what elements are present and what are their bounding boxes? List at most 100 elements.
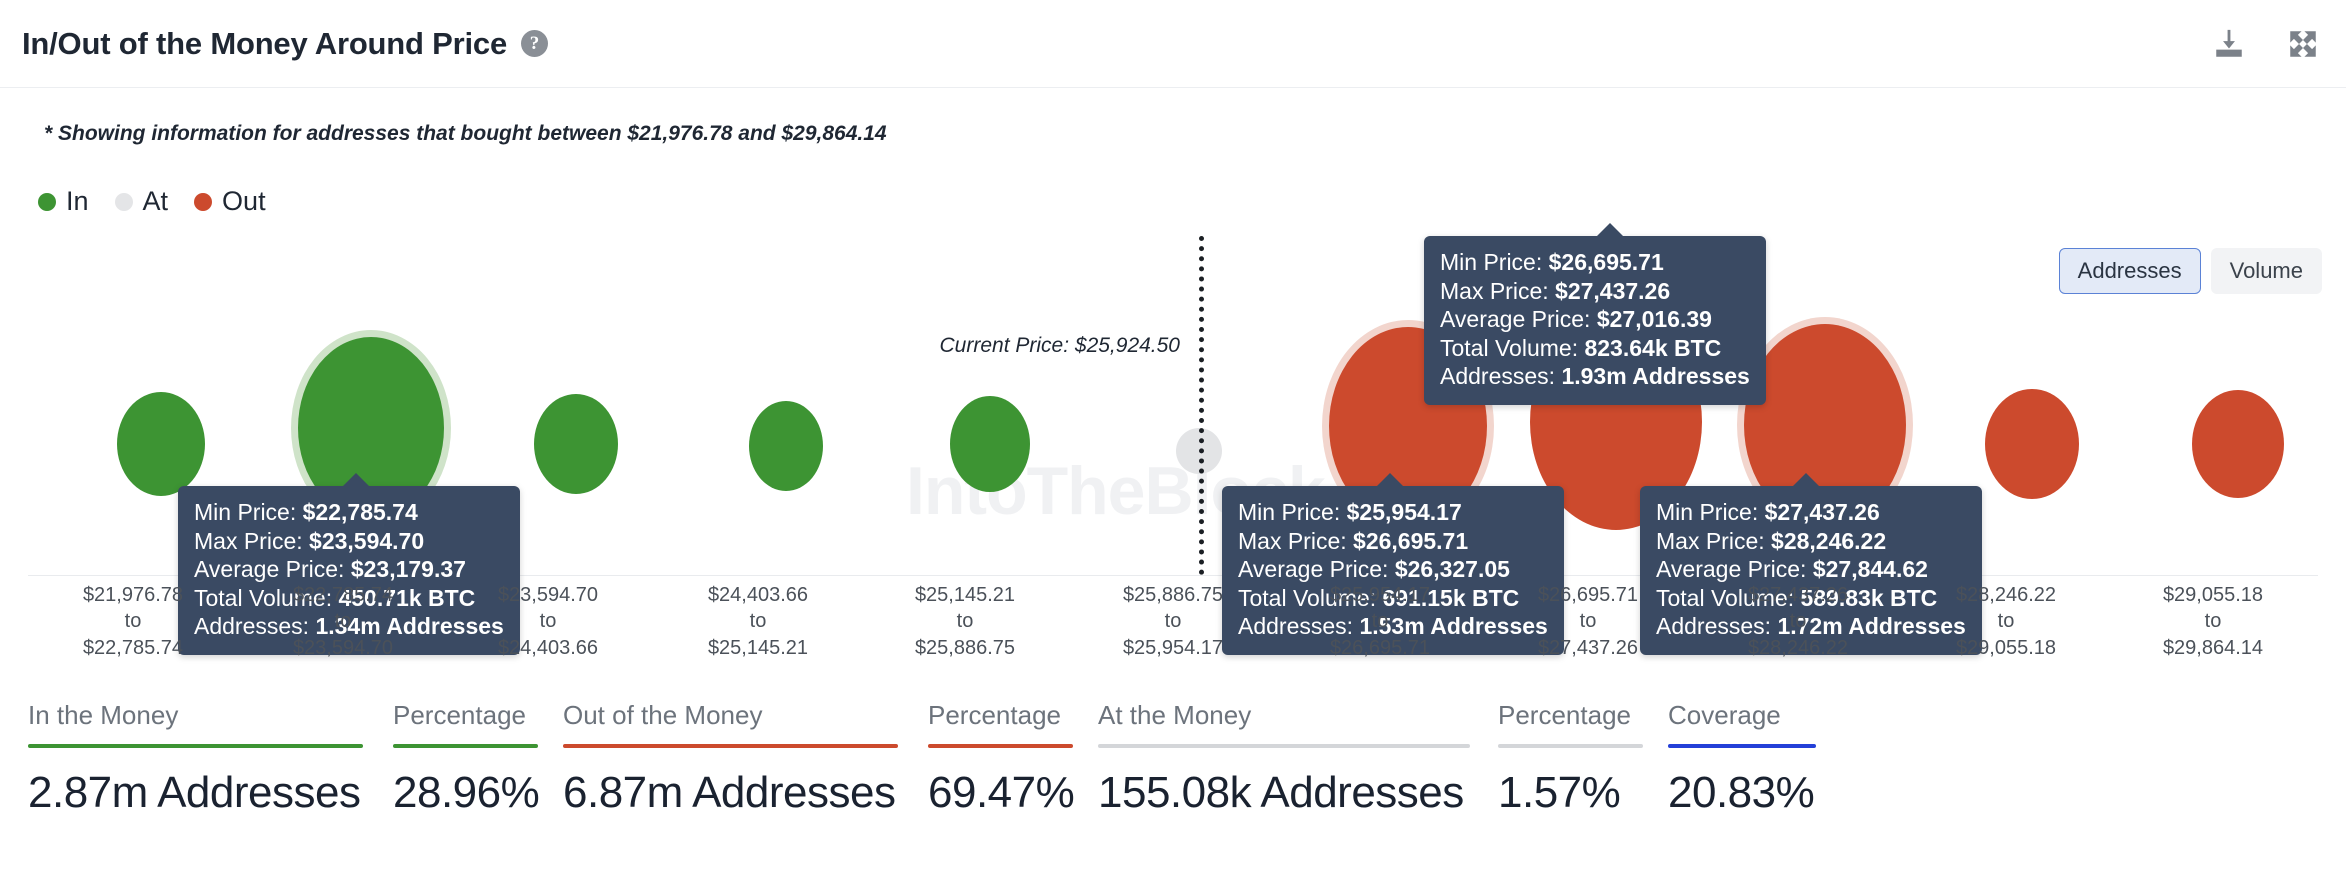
x-tick-to: $29,864.14	[2162, 636, 2264, 659]
tooltip-row-min-price: Min Price: $22,785.74	[194, 498, 504, 527]
bubble-bin-1-in[interactable]	[117, 392, 205, 496]
tooltip-arrow	[1596, 223, 1624, 237]
in-out-money-widget: In/Out of the Money Around Price ? * Sho	[0, 0, 2346, 880]
tooltip-avg-price-value: $23,179.37	[350, 556, 466, 583]
x-axis-tick: $22,785.74 to $23,594.70	[228, 582, 458, 661]
tooltip-avg-price-label: Average Price:	[1656, 556, 1813, 583]
tooltip-row-min-price: Min Price: $26,695.71	[1440, 248, 1750, 277]
x-tick-sep: to	[1164, 610, 1182, 633]
legend-item-at[interactable]: At	[114, 186, 169, 217]
x-axis-tick: $27,437.26 to $28,246.22	[1683, 582, 1913, 661]
x-tick-from: $25,954.17	[1329, 584, 1431, 606]
x-tick-sep: to	[1789, 610, 1807, 633]
x-tick-sep: to	[334, 610, 352, 633]
bubble-bin-3-in[interactable]	[534, 394, 618, 494]
tooltip-row-min-price: Min Price: $27,437.26	[1656, 498, 1966, 527]
tooltip-min-price-label: Min Price:	[1238, 499, 1347, 525]
x-tick-sep: to	[956, 610, 974, 633]
fullscreen-icon[interactable]	[2284, 25, 2322, 63]
x-tick-from: $21,976.78	[82, 584, 184, 606]
x-tick-from: $23,594.70	[497, 584, 599, 606]
x-tick-to: $24,403.66	[497, 636, 599, 659]
stat-out-percentage: Percentage 69.47%	[928, 700, 1098, 818]
legend-label-out: Out	[222, 186, 266, 216]
title-group: In/Out of the Money Around Price ?	[22, 25, 549, 62]
tooltip-row-max-price: Max Price: $26,695.71	[1238, 527, 1548, 556]
stat-out-of-the-money: Out of the Money 6.87m Addresses	[563, 700, 928, 818]
stat-value: 1.57%	[1498, 768, 1621, 817]
bubble-bin-4-in[interactable]	[749, 401, 823, 491]
x-tick-sep: to	[749, 610, 767, 633]
x-tick-sep: to	[1997, 610, 2015, 633]
tooltip-row-avg-price: Average Price: $23,179.37	[194, 555, 504, 584]
legend-item-out[interactable]: Out	[194, 186, 266, 217]
tooltip-volume-label: Total Volume:	[1440, 334, 1585, 361]
help-icon[interactable]: ?	[521, 30, 549, 57]
bubble-bin-10-out[interactable]	[1985, 389, 2079, 499]
bubble-bin-11-out[interactable]	[2192, 390, 2284, 498]
tooltip-min-price-value: $27,437.26	[1764, 499, 1880, 525]
tooltip-avg-price-label: Average Price:	[194, 556, 351, 583]
tooltip-bin-8: Min Price: $26,695.71 Max Price: $27,437…	[1424, 223, 1766, 405]
x-axis-labels: $21,976.78 to $22,785.74 $22,785.74 to $…	[28, 582, 2318, 662]
tooltip-min-price-value: $25,954.17	[1346, 499, 1462, 525]
tooltip-row-min-price: Min Price: $25,954.17	[1238, 498, 1548, 527]
legend-item-in[interactable]: In	[38, 186, 89, 217]
x-tick-to: $26,695.71	[1329, 636, 1431, 659]
tooltip-avg-price-value: $26,327.05	[1394, 556, 1510, 583]
tooltip-max-price-label: Max Price:	[194, 527, 310, 554]
x-tick-from: $28,246.22	[1955, 584, 2057, 606]
x-axis-tick: $28,246.22 to $29,055.18	[1891, 582, 2121, 661]
legend-dot-in	[38, 192, 56, 211]
x-tick-to: $25,145.21	[707, 636, 809, 659]
stat-value: 20.83%	[1668, 768, 1815, 817]
x-tick-sep: to	[1371, 610, 1389, 633]
x-axis-tick: $23,594.70 to $24,403.66	[433, 582, 663, 661]
stat-label: Percentage	[1498, 700, 1631, 730]
x-tick-to: $23,594.70	[292, 636, 394, 659]
x-tick-from: $27,437.26	[1747, 584, 1849, 606]
tooltip-min-price-label: Min Price:	[194, 499, 303, 525]
summary-stats: In the Money 2.87m Addresses Percentage …	[28, 700, 2318, 818]
page-title: In/Out of the Money Around Price	[22, 25, 508, 61]
x-axis-tick: $29,055.18 to $29,864.14	[2098, 582, 2328, 661]
x-tick-to: $25,954.17	[1122, 636, 1224, 659]
tooltip-row-volume: Total Volume: 823.64k BTC	[1440, 334, 1750, 363]
tooltip-max-price-label: Max Price:	[1656, 527, 1772, 554]
stat-in-percentage: Percentage 28.96%	[393, 700, 563, 818]
tooltip-row-max-price: Max Price: $28,246.22	[1656, 527, 1966, 556]
x-tick-sep: to	[1579, 610, 1597, 633]
x-tick-to: $27,437.26	[1537, 636, 1639, 659]
x-tick-to: $22,785.74	[82, 636, 184, 659]
tooltip-row-avg-price: Average Price: $27,844.62	[1656, 555, 1966, 584]
tooltip-max-price-label: Max Price:	[1440, 277, 1556, 304]
tooltip-avg-price-value: $27,016.39	[1596, 306, 1712, 333]
current-price-line	[1199, 236, 1204, 575]
legend-label-in: In	[66, 186, 89, 216]
tooltip-avg-price-label: Average Price:	[1440, 306, 1597, 333]
x-tick-from: $26,695.71	[1537, 584, 1639, 606]
x-tick-to: $28,246.22	[1747, 636, 1849, 659]
legend-dot-out	[194, 192, 213, 211]
widget-header: In/Out of the Money Around Price ?	[0, 0, 2346, 88]
header-actions	[2210, 25, 2322, 63]
legend-label-at: At	[142, 186, 169, 216]
x-tick-from: $22,785.74	[292, 584, 394, 606]
tooltip-row-avg-price: Average Price: $27,016.39	[1440, 305, 1750, 334]
legend: In At Out	[38, 186, 280, 217]
stat-value: 6.87m Addresses	[563, 768, 896, 817]
stat-label: Coverage	[1668, 700, 1781, 730]
tooltip-min-price-label: Min Price:	[1440, 249, 1549, 275]
bubble-bin-5-in[interactable]	[950, 396, 1030, 492]
tooltip-min-price-label: Min Price:	[1656, 499, 1765, 525]
stat-value: 69.47%	[928, 768, 1075, 817]
x-axis-tick: $25,145.21 to $25,886.75	[850, 582, 1080, 661]
tooltip-max-price-label: Max Price:	[1238, 527, 1354, 554]
tooltip-avg-price-label: Average Price:	[1238, 556, 1395, 583]
tooltip-row-max-price: Max Price: $27,437.26	[1440, 277, 1750, 306]
x-tick-sep: to	[124, 610, 142, 633]
x-tick-to: $25,886.75	[914, 636, 1016, 659]
tooltip-avg-price-value: $27,844.62	[1812, 556, 1928, 583]
download-icon[interactable]	[2210, 25, 2248, 63]
x-tick-to: $29,055.18	[1955, 636, 2057, 659]
